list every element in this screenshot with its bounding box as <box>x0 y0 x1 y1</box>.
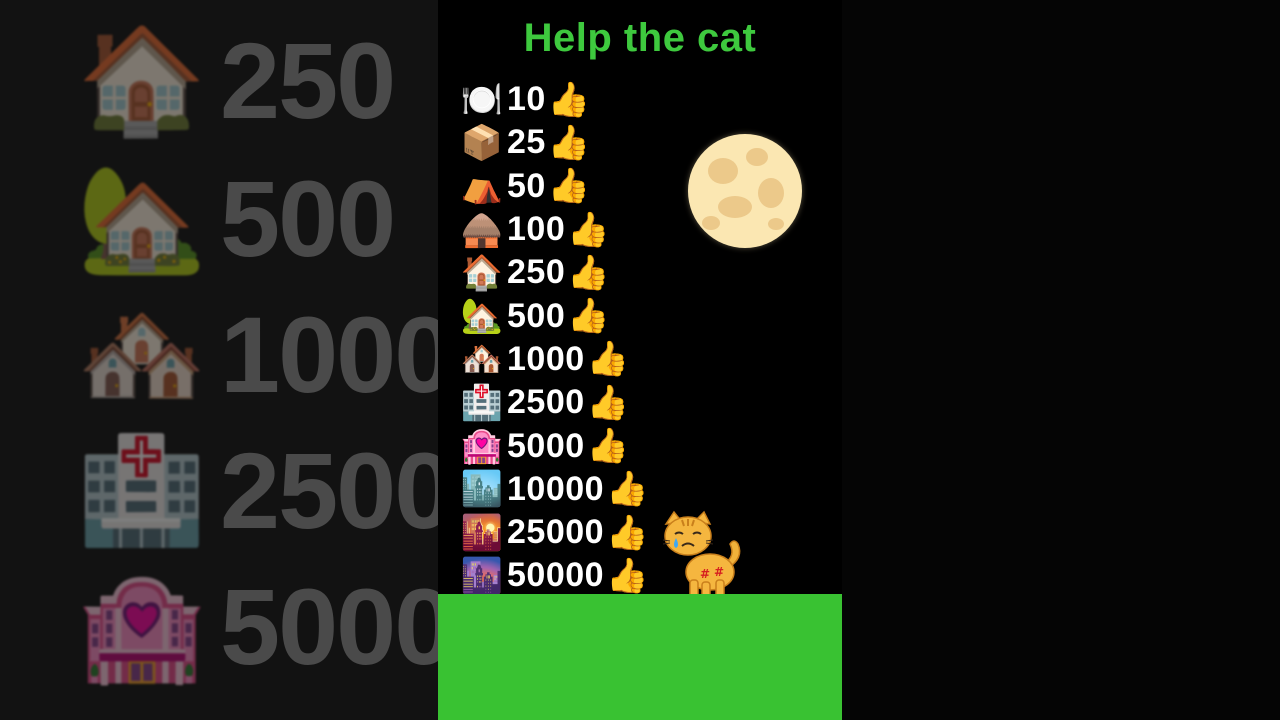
list-item: 📦 25 👍 <box>460 121 648 164</box>
list-item: 🏘️ 1000 👍 <box>460 338 648 381</box>
love-hotel-icon: 🏩 <box>460 426 504 467</box>
bg-row: 🏥 2500 <box>72 420 438 560</box>
house-with-garden-icon: 🏡 <box>460 296 504 337</box>
bg-value: 2500 <box>220 429 438 551</box>
thumbs-up-icon: 👍 <box>547 79 591 120</box>
thumbs-up-icon: 👍 <box>547 122 591 163</box>
plate-icon: 🍽️ <box>460 79 504 120</box>
list-item: 🏡 500 👍 <box>460 294 648 337</box>
thumbs-up-icon: 👍 <box>606 555 649 596</box>
like-count: 50 <box>507 166 546 205</box>
bg-row: 🏘️ 1000 <box>72 284 438 424</box>
hut-icon: 🛖 <box>460 209 504 250</box>
city-sunset-icon: 🌇 <box>460 512 504 553</box>
list-item: 🏥 2500 👍 <box>460 381 648 424</box>
list-item: 🌇 25000 👍 <box>460 511 649 554</box>
bg-value: 1000 <box>220 293 438 415</box>
list-item: 🏙️ 10000 👍 <box>460 468 649 511</box>
svg-text:#: # <box>714 565 724 579</box>
like-count: 2500 <box>507 383 585 422</box>
reward-list: 🍽️ 10 👍 📦 25 👍 ⛺ 50 👍 🛖 100 👍 🏠 250 👍 🏡 … <box>460 78 649 598</box>
thumbs-up-icon: 👍 <box>606 512 649 553</box>
cityscape-icon: 🏙️ <box>460 469 504 510</box>
hospital-icon: 🏥 <box>460 382 504 423</box>
moon-crater <box>758 178 784 208</box>
like-count: 25000 <box>507 513 605 552</box>
box-icon: 📦 <box>460 122 504 163</box>
sad-cat-icon: # # <box>662 510 741 603</box>
list-item: 🛖 100 👍 <box>460 208 648 251</box>
like-count: 10000 <box>507 469 605 508</box>
thumbs-up-icon: 👍 <box>606 469 649 510</box>
moon-crater <box>746 148 768 166</box>
list-item: 🏠 250 👍 <box>460 251 648 294</box>
bg-value: 5000 <box>220 565 438 687</box>
tent-icon: ⛺ <box>460 166 504 207</box>
bg-row: 🏠 250 <box>72 10 396 150</box>
moon-crater <box>702 216 720 230</box>
list-item: 🍽️ 10 👍 <box>460 78 648 121</box>
list-item: ⛺ 50 👍 <box>460 165 648 208</box>
thumbs-up-icon: 👍 <box>586 382 629 423</box>
like-count: 1000 <box>507 339 585 378</box>
like-count: 10 <box>507 80 546 119</box>
blurred-background-left: 🏠 250 🏡 500 🏘️ 1000 🏥 2500 🏩 5000 <box>0 0 438 720</box>
houses-icon: 🏘️ <box>77 293 207 415</box>
grass-ground <box>438 594 842 720</box>
bg-value: 250 <box>220 19 396 141</box>
list-item: 🌆 50000 👍 <box>460 554 649 597</box>
like-count: 500 <box>507 296 566 335</box>
video-frame: 🏠 250 🏡 500 🏘️ 1000 🏥 2500 🏩 5000 Help t… <box>0 0 1280 720</box>
thumbs-up-icon: 👍 <box>586 426 629 467</box>
thumbs-up-icon: 👍 <box>586 339 629 380</box>
moon-icon <box>688 134 802 248</box>
thumbs-up-icon: 👍 <box>567 296 610 337</box>
like-count: 250 <box>507 253 566 292</box>
house-with-garden-icon: 🏡 <box>77 157 207 279</box>
thumbs-up-icon: 👍 <box>547 166 591 207</box>
thumbs-up-icon: 👍 <box>567 252 610 293</box>
house-icon: 🏠 <box>77 19 207 141</box>
bg-row: 🏩 5000 <box>72 556 438 696</box>
moon-crater <box>718 196 752 218</box>
hospital-icon: 🏥 <box>77 429 207 551</box>
game-panel: Help the cat 🍽️ 10 👍 📦 25 👍 ⛺ 50 👍 🛖 100… <box>438 0 842 720</box>
background-right <box>842 0 1280 720</box>
thumbs-up-icon: 👍 <box>567 209 610 250</box>
moon-crater <box>708 158 738 184</box>
city-dusk-icon: 🌆 <box>460 555 504 596</box>
bg-value: 500 <box>220 157 396 279</box>
page-title: Help the cat <box>523 16 757 60</box>
house-icon: 🏠 <box>460 252 504 293</box>
love-hotel-icon: 🏩 <box>77 565 207 687</box>
like-count: 25 <box>507 123 546 162</box>
like-count: 100 <box>507 210 566 249</box>
houses-icon: 🏘️ <box>460 339 504 380</box>
like-count: 50000 <box>507 556 605 595</box>
bg-row: 🏡 500 <box>72 148 396 288</box>
list-item: 🏩 5000 👍 <box>460 424 648 467</box>
like-count: 5000 <box>507 426 585 465</box>
moon-crater <box>768 218 784 230</box>
svg-text:#: # <box>700 567 710 581</box>
